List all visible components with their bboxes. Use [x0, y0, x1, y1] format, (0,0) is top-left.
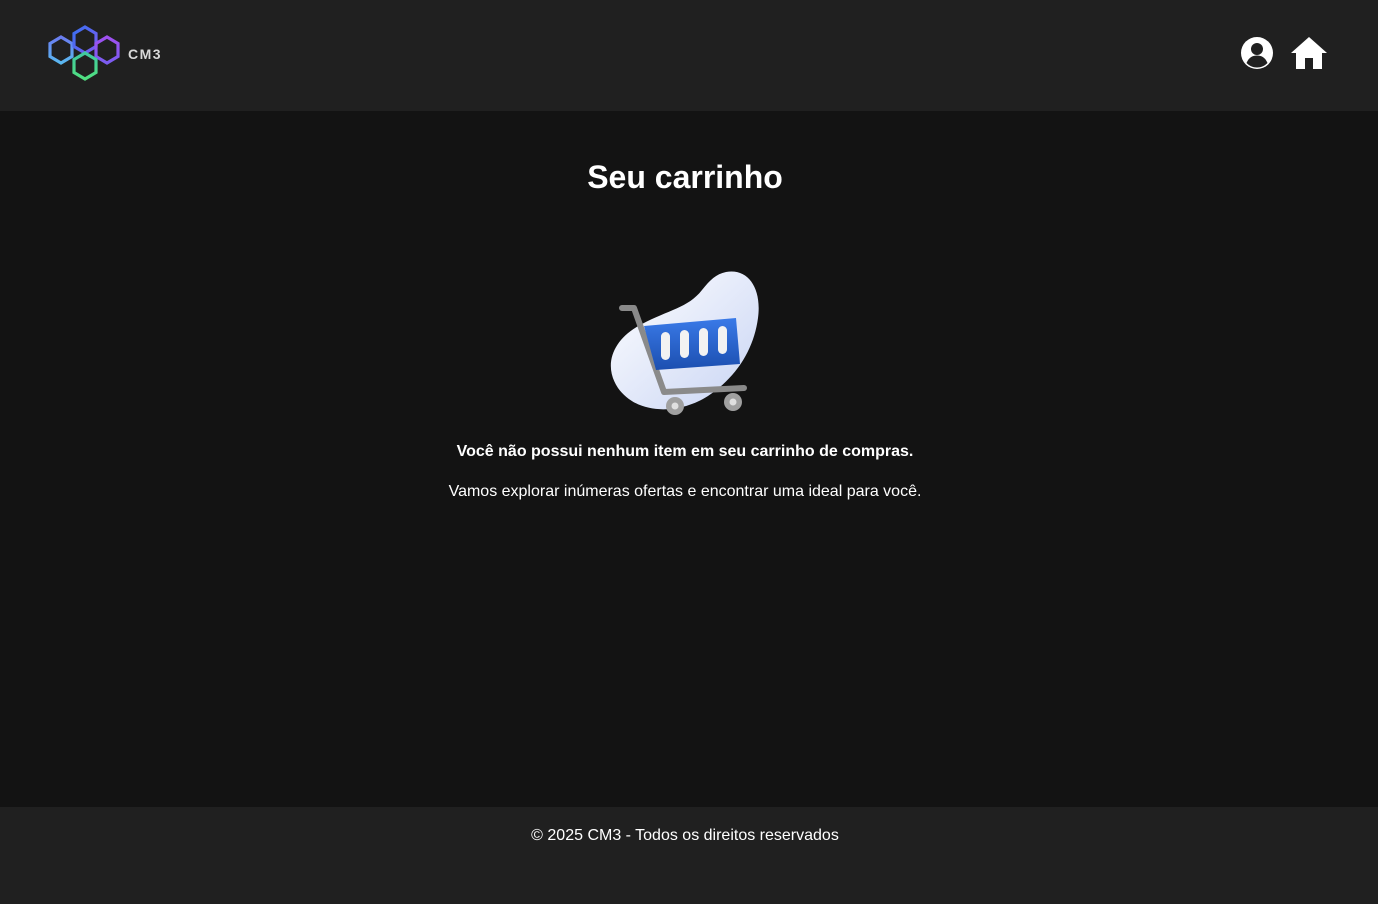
copyright-text: © 2025 CM3 - Todos os direitos reservado… [531, 827, 839, 844]
empty-cart-message: Você não possui nenhum item em seu carri… [456, 443, 914, 460]
page-footer: © 2025 CM3 - Todos os direitos reservado… [0, 807, 1378, 904]
logo-text: CM3 [128, 46, 163, 62]
empty-cart-illustration [608, 268, 768, 425]
cart-page: Seu carrinho Você não possui nenhum item… [0, 111, 1378, 807]
page-title: Seu carrinho [587, 159, 783, 195]
header-actions [1240, 36, 1328, 75]
logo-link[interactable]: CM3 [48, 25, 162, 83]
top-header: CM3 [0, 0, 1378, 111]
home-icon[interactable] [1290, 36, 1328, 75]
shopping-cart-icon [610, 271, 759, 415]
user-circle-icon[interactable] [1240, 36, 1274, 75]
cm3-hexagon-logo-icon [48, 25, 120, 81]
empty-cart-subtitle: Vamos explorar inúmeras ofertas e encont… [448, 483, 922, 500]
